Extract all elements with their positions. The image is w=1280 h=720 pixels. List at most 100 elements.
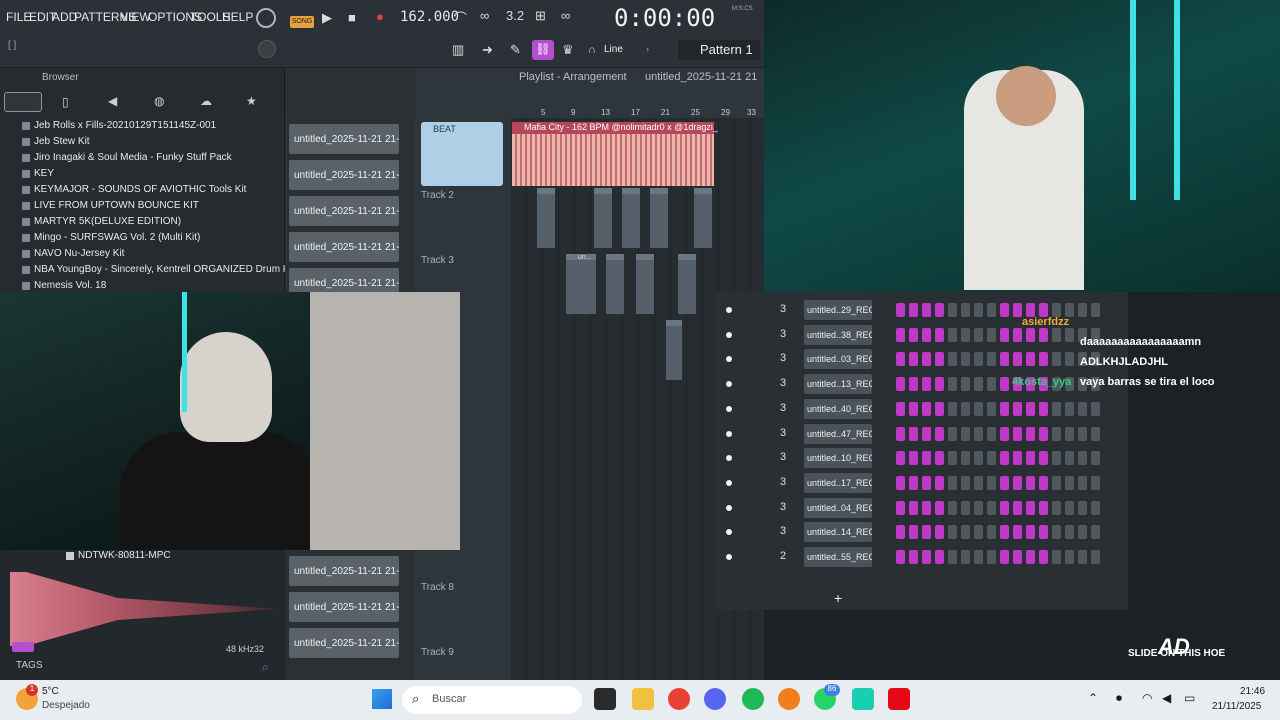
step-button[interactable] [1065, 352, 1074, 367]
step-button[interactable] [1091, 475, 1100, 490]
browser-folder[interactable]: MARTYR 5K(DELUXE EDITION) [21, 216, 181, 227]
step-button[interactable] [935, 451, 944, 466]
step-button[interactable] [909, 303, 918, 317]
step-button[interactable] [1000, 352, 1009, 367]
mute-toggle[interactable] [726, 479, 732, 486]
browser-folder[interactable]: NBA YoungBoy - Sincerely, Kentrell ORGAN… [21, 264, 294, 275]
step-button[interactable] [935, 352, 944, 367]
step-button[interactable] [909, 377, 918, 392]
step-button[interactable] [935, 377, 944, 392]
step-button[interactable] [1026, 303, 1035, 317]
step-button[interactable] [896, 401, 905, 416]
step-button[interactable] [896, 352, 905, 367]
step-button[interactable] [961, 550, 970, 564]
step-button[interactable] [922, 550, 931, 564]
song-mode-button[interactable]: SONG [290, 16, 314, 28]
clip-source[interactable]: untitled_2025-11-21 21-... [289, 196, 399, 226]
mixer-track-number[interactable]: 3 [780, 402, 786, 414]
step-button[interactable] [948, 377, 957, 392]
step-button[interactable] [1013, 525, 1022, 540]
step-button[interactable] [1091, 451, 1100, 466]
master-volume-knob[interactable] [256, 8, 276, 28]
discord-icon[interactable] [704, 688, 726, 710]
sample-waveform[interactable] [10, 572, 278, 646]
track-label[interactable]: Track 8 [421, 582, 454, 593]
step-button[interactable] [1039, 426, 1048, 441]
browser-all-tab[interactable] [4, 92, 42, 112]
browser-folder[interactable]: Jeb Rolls x Fills-20210129T151145Z-001 [21, 120, 216, 131]
cloud-icon[interactable]: ☁ [200, 94, 212, 108]
step-button[interactable] [987, 352, 996, 367]
volume-icon[interactable]: ◀ [1162, 691, 1171, 705]
mute-toggle[interactable] [726, 331, 732, 338]
fl-studio-icon[interactable] [778, 688, 800, 710]
step-button[interactable] [1078, 451, 1087, 466]
browser-folder[interactable]: NAVO Nu-Jersey Kit [21, 248, 124, 259]
step-button[interactable] [909, 550, 918, 564]
step-button[interactable] [974, 451, 983, 466]
step-button[interactable] [896, 377, 905, 392]
step-edit-icon[interactable]: ⊞ [535, 8, 546, 24]
step-button[interactable] [1078, 426, 1087, 441]
mute-toggle[interactable] [726, 430, 732, 437]
step-button[interactable] [909, 500, 918, 515]
clip-source[interactable]: untitled_2025-11-21 21-... [289, 160, 399, 190]
step-button[interactable] [1039, 327, 1048, 342]
step-button[interactable] [922, 475, 931, 490]
step-button[interactable] [1052, 352, 1061, 367]
step-button[interactable] [1039, 352, 1048, 367]
clock-time[interactable]: 21:46 [1240, 686, 1265, 697]
step-button[interactable] [948, 401, 957, 416]
clock-date[interactable]: 21/11/2025 [1212, 701, 1261, 712]
globe-icon[interactable]: ◍ [154, 94, 164, 108]
step-button[interactable] [961, 426, 970, 441]
step-button[interactable] [948, 451, 957, 466]
step-button[interactable] [1052, 426, 1061, 441]
step-button[interactable] [935, 401, 944, 416]
add-channel-button[interactable]: + [834, 590, 842, 606]
search-icon[interactable]: ⌕ [262, 660, 269, 675]
channel-name-button[interactable]: untitled..38_REC [804, 324, 872, 345]
step-button[interactable] [961, 525, 970, 540]
step-button[interactable] [1013, 550, 1022, 564]
clip-source[interactable]: untitled_2025-11-21 21-... [289, 556, 399, 586]
step-button[interactable] [1000, 451, 1009, 466]
channel-name-button[interactable]: untitled..10_REC [804, 448, 872, 469]
step-button[interactable] [909, 352, 918, 367]
step-button[interactable] [922, 426, 931, 441]
step-button[interactable] [961, 500, 970, 515]
step-button[interactable] [909, 451, 918, 466]
star-icon[interactable]: ★ [246, 94, 257, 108]
step-button[interactable] [948, 500, 957, 515]
clip-source[interactable]: untitled_2025-11-21 21-... [289, 232, 399, 262]
step-button[interactable] [1026, 451, 1035, 466]
step-button[interactable] [1013, 352, 1022, 367]
channel-name-button[interactable]: untitled..03_REC [804, 349, 872, 370]
step-button[interactable] [1000, 327, 1009, 342]
step-button[interactable] [935, 327, 944, 342]
step-button[interactable] [1039, 401, 1048, 416]
audio-clip[interactable] [650, 188, 668, 248]
step-button[interactable] [1013, 327, 1022, 342]
step-button[interactable] [1013, 426, 1022, 441]
step-button[interactable] [922, 451, 931, 466]
step-button[interactable] [896, 327, 905, 342]
step-button[interactable] [1091, 550, 1100, 564]
mixer-track-number[interactable]: 3 [780, 476, 786, 488]
step-button[interactable] [1091, 500, 1100, 515]
step-button[interactable] [922, 401, 931, 416]
mixer-track-number[interactable]: 3 [780, 451, 786, 463]
mixer-track-number[interactable]: 3 [780, 328, 786, 340]
link-icon[interactable]: ⛓ [532, 40, 554, 60]
mute-toggle[interactable] [726, 381, 732, 388]
step-button[interactable] [987, 377, 996, 392]
step-button[interactable] [1026, 401, 1035, 416]
stop-button[interactable]: ■ [348, 10, 356, 25]
step-button[interactable] [1065, 550, 1074, 564]
mixer-track-number[interactable]: 3 [780, 377, 786, 389]
step-button[interactable] [1052, 500, 1061, 515]
channel-name-button[interactable]: untitled..04_REC [804, 497, 872, 518]
step-button[interactable] [1065, 500, 1074, 515]
beat-audio-clip[interactable]: Mafia City - 162 BPM @nolimitadr0 x @1dr… [512, 122, 718, 186]
record-button[interactable]: ● [376, 9, 384, 24]
